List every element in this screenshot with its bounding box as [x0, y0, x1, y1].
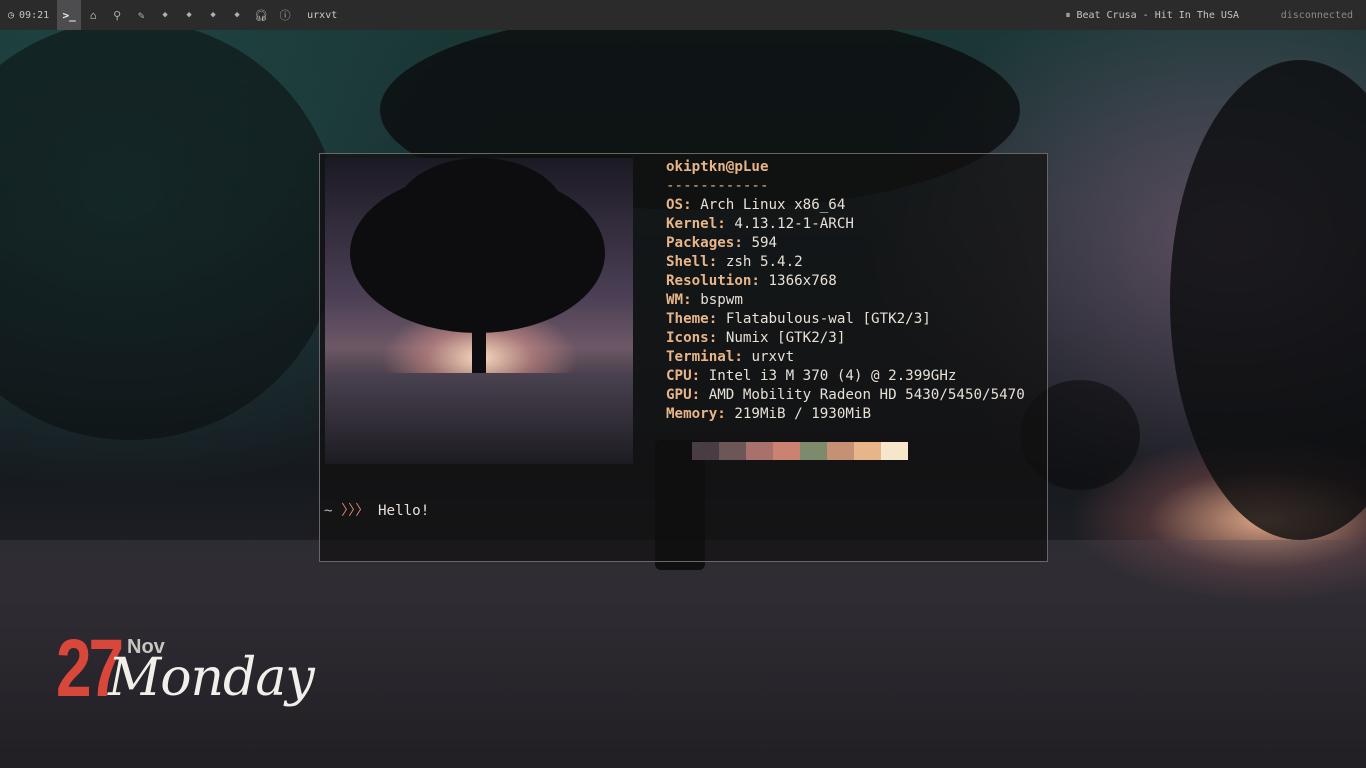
pause-icon[interactable]: ⏸︎ — [1065, 10, 1070, 21]
thumb-tree-trunk — [472, 278, 486, 388]
info-key: WM — [666, 292, 684, 308]
palette-swatch — [746, 442, 773, 460]
info-value: urxvt — [751, 349, 795, 365]
diamond-icon[interactable]: ◆ — [225, 0, 249, 30]
info-row: Resolution: 1366x768 — [666, 272, 1025, 291]
info-value: AMD Mobility Radeon HD 5430/5450/5470 — [708, 387, 1025, 403]
info-key: Terminal — [666, 349, 735, 365]
thumb-ground — [325, 373, 633, 464]
info-value: 594 — [751, 235, 778, 251]
clock-icon: ◷ — [8, 9, 15, 21]
info-row: Shell: zsh 5.4.2 — [666, 253, 1025, 272]
info-row: Memory: 219MiB / 1930MiB — [666, 405, 1025, 424]
info-colon: : — [683, 292, 701, 308]
user-host: okiptkn@pLue — [666, 159, 769, 175]
info-row: Theme: Flatabulous-wal [GTK2/3] — [666, 310, 1025, 329]
info-key: GPU — [666, 387, 692, 403]
info-colon: : — [691, 387, 709, 403]
prompt-arrows: 〉〉〉 — [341, 503, 370, 519]
palette-swatch — [773, 442, 800, 460]
diamond-icon[interactable]: ◆ — [201, 0, 225, 30]
info-row: OS: Arch Linux x86_64 — [666, 196, 1025, 215]
info-value: 219MiB / 1930MiB — [734, 406, 872, 422]
info-value: zsh 5.4.2 — [725, 254, 803, 270]
palette-swatch — [719, 442, 746, 460]
info-row: Kernel: 4.13.12-1-ARCH — [666, 215, 1025, 234]
diamond-icon[interactable]: ◆ — [177, 0, 201, 30]
info-key: Theme — [666, 311, 709, 327]
palette-swatch — [800, 442, 827, 460]
info-value: Intel i3 M 370 (4) @ 2.399GHz — [708, 368, 957, 384]
system-info: okiptkn@pLue ------------ OS: Arch Linux… — [666, 158, 1025, 424]
info-value: Numix [GTK2/3] — [725, 330, 846, 346]
info-colon: : — [717, 216, 735, 232]
info-row: Icons: Numix [GTK2/3] — [666, 329, 1025, 348]
headphones-icon[interactable]: 🎧︎ — [249, 0, 273, 30]
pencil-icon[interactable]: ✎ — [129, 0, 153, 30]
diamond-icon[interactable]: ◆ — [153, 0, 177, 30]
info-key: OS — [666, 197, 684, 213]
date-weekday: Monday — [108, 648, 315, 708]
info-key: Packages — [666, 235, 735, 251]
info-colon: : — [708, 311, 726, 327]
info-value: 1366x768 — [768, 273, 837, 289]
home-icon[interactable]: ⌂ — [81, 0, 105, 30]
clock-widget[interactable]: ◷ 09:21 — [0, 0, 57, 30]
info-row: CPU: Intel i3 M 370 (4) @ 2.399GHz — [666, 367, 1025, 386]
terminal-icon[interactable]: >_ — [57, 0, 82, 30]
info-fields: OS: Arch Linux x86_64 Kernel: 4.13.12-1-A… — [666, 196, 1025, 424]
info-row: GPU: AMD Mobility Radeon HD 5430/5450/54… — [666, 386, 1025, 405]
music-widget[interactable]: ⏸︎ Beat Crusa - Hit In The USA — [1065, 0, 1239, 30]
palette-swatch — [854, 442, 881, 460]
info-key: Kernel — [666, 216, 718, 232]
info-key: Memory — [666, 406, 718, 422]
info-colon: : — [708, 330, 726, 346]
palette-swatch — [692, 442, 719, 460]
info-row: Terminal: urxvt — [666, 348, 1025, 367]
info-value: 4.13.12-1-ARCH — [734, 216, 854, 232]
top-panel: ◷ 09:21 >_ ⌂ ⚲ ✎ ◆ ◆ ◆ ◆ 🎧︎ ⓘ urxvt ⏸︎ B… — [0, 0, 1366, 30]
info-value: Flatabulous-wal [GTK2/3] — [725, 311, 931, 327]
clock-time: 09:21 — [19, 9, 50, 21]
info-colon: : — [691, 368, 709, 384]
info-icon[interactable]: ⓘ — [273, 0, 297, 30]
prompt-text: Hello! — [378, 503, 430, 519]
info-colon: : — [751, 273, 769, 289]
palette-swatch — [827, 442, 854, 460]
info-colon: : — [683, 197, 701, 213]
network-status: disconnected — [1280, 9, 1353, 21]
color-palette — [692, 442, 908, 460]
window-title: urxvt — [307, 9, 338, 21]
info-key: Resolution — [666, 273, 752, 289]
info-value: bspwm — [700, 292, 743, 308]
neofetch-image — [325, 158, 633, 464]
prompt-tilde: ~ — [324, 503, 333, 519]
info-colon: : — [734, 235, 752, 251]
separator-line: ------------ — [666, 178, 769, 194]
wallpaper-tree — [1170, 60, 1366, 540]
info-colon: : — [717, 406, 735, 422]
info-colon: : — [708, 254, 726, 270]
info-key: CPU — [666, 368, 692, 384]
music-title: Beat Crusa - Hit In The USA — [1076, 9, 1239, 21]
terminal-window[interactable]: okiptkn@pLue ------------ OS: Arch Linux… — [319, 153, 1048, 562]
info-row: Packages: 594 — [666, 234, 1025, 253]
info-value: Arch Linux x86_64 — [700, 197, 846, 213]
info-key: Shell — [666, 254, 709, 270]
palette-swatch — [881, 442, 908, 460]
shell-prompt[interactable]: ~ 〉〉〉 Hello! — [324, 500, 429, 520]
thumb-tree-canopy — [395, 158, 565, 268]
info-colon: : — [734, 349, 752, 365]
search-icon[interactable]: ⚲ — [105, 0, 129, 30]
info-row: WM: bspwm — [666, 291, 1025, 310]
info-key: Icons — [666, 330, 709, 346]
wallpaper-tree — [0, 20, 340, 440]
